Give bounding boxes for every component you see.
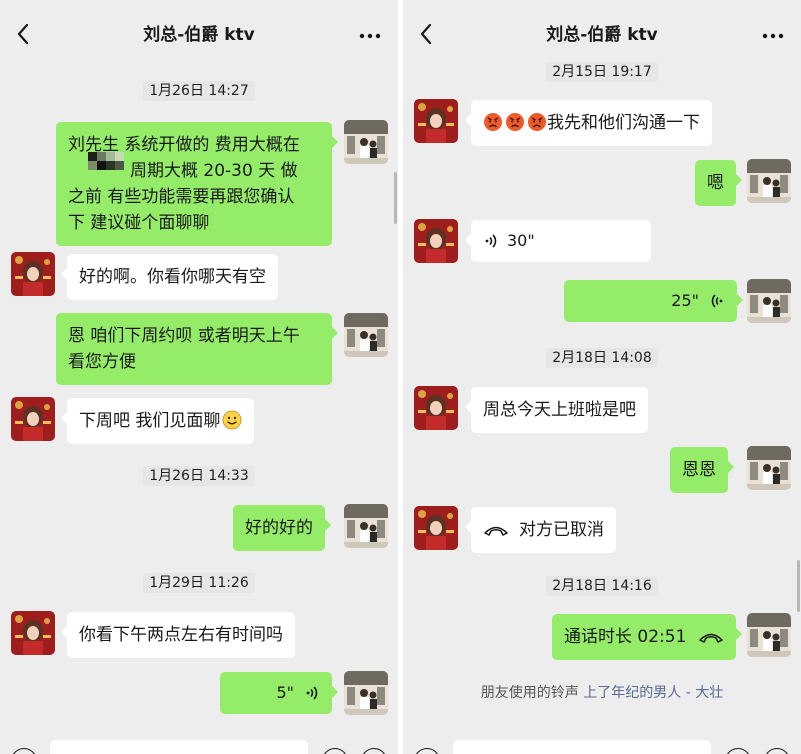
avatar-contact[interactable] bbox=[414, 506, 458, 550]
ringtone-link[interactable]: 上了年纪的男人 - 大壮 bbox=[583, 685, 723, 701]
scrollbar[interactable] bbox=[797, 560, 800, 612]
phone-hangup-icon bbox=[698, 630, 724, 644]
ringtone-label: 朋友使用的铃声 bbox=[480, 685, 579, 701]
voice-wave-icon bbox=[483, 233, 499, 249]
voice-toggle-button[interactable] bbox=[11, 748, 37, 754]
message-text: 你看下午两点左右有时间吗 bbox=[79, 625, 283, 645]
message-text: 恩恩 bbox=[682, 460, 716, 480]
message-line: 下 建议碰个面聊聊 bbox=[68, 213, 210, 233]
message-bubble-outgoing[interactable]: 刘先生 系统开做的 费用大概在 周期大概 20-30 天 做 之前 有些功能需要… bbox=[56, 122, 338, 246]
message-line: 看您方便 bbox=[68, 352, 136, 372]
chat-title: 刘总-伯爵 ktv bbox=[143, 25, 255, 45]
voice-duration: 5" bbox=[276, 683, 294, 702]
ringtone-notice: 朋友使用的铃声 上了年纪的男人 - 大壮 bbox=[403, 682, 801, 702]
avatar-self[interactable] bbox=[747, 159, 791, 203]
avatar-contact[interactable] bbox=[11, 397, 55, 441]
avatar-self[interactable] bbox=[747, 613, 791, 657]
input-bar bbox=[0, 740, 398, 754]
message-text: 我先和他们沟通一下 bbox=[547, 113, 700, 133]
avatar-contact[interactable] bbox=[414, 386, 458, 430]
message-bubble-incoming[interactable]: 周总今天上班啦是吧 bbox=[465, 387, 648, 433]
call-duration-text: 通话时长 02:51 bbox=[564, 627, 687, 647]
message-input[interactable] bbox=[50, 740, 308, 754]
message-bubble-outgoing[interactable]: 好的好的 bbox=[233, 505, 331, 551]
chat-header: 刘总-伯爵 ktv bbox=[403, 0, 801, 66]
avatar-self[interactable] bbox=[344, 313, 388, 357]
call-message-incoming[interactable]: 对方已取消 bbox=[465, 507, 616, 553]
voice-wave-icon bbox=[304, 685, 320, 701]
emoji-button[interactable] bbox=[725, 748, 751, 754]
avatar-self[interactable] bbox=[344, 120, 388, 164]
plus-button[interactable] bbox=[361, 748, 387, 754]
chat-panel-left: 刘总-伯爵 ktv 1月26日 14:27 刘先生 系统开做的 费用大概在 周期… bbox=[0, 0, 398, 754]
angry-emoji-icon bbox=[505, 112, 525, 132]
avatar-self[interactable] bbox=[747, 446, 791, 490]
avatar-self[interactable] bbox=[747, 279, 791, 323]
voice-message-outgoing[interactable]: 5" bbox=[220, 672, 338, 714]
message-bubble-incoming[interactable]: 我先和他们沟通一下 bbox=[465, 100, 712, 146]
message-text: 好的啊。你看你哪天有空 bbox=[79, 267, 266, 287]
message-bubble-incoming[interactable]: 下周吧 我们见面聊 bbox=[60, 398, 255, 444]
avatar-contact[interactable] bbox=[11, 611, 55, 655]
scrollbar[interactable] bbox=[394, 172, 397, 224]
avatar-contact[interactable] bbox=[414, 219, 458, 263]
more-dots-icon[interactable] bbox=[761, 24, 785, 46]
voice-duration: 30" bbox=[507, 231, 535, 250]
mosaic-redaction bbox=[88, 152, 132, 178]
timestamp: 1月29日 11:26 bbox=[0, 573, 398, 593]
voice-toggle-button[interactable] bbox=[414, 748, 440, 754]
input-bar bbox=[403, 740, 801, 754]
timestamp: 1月26日 14:33 bbox=[0, 466, 398, 486]
chat-header: 刘总-伯爵 ktv bbox=[0, 0, 398, 66]
message-bubble-incoming[interactable]: 你看下午两点左右有时间吗 bbox=[61, 612, 295, 658]
timestamp: 1月26日 14:27 bbox=[0, 81, 398, 101]
message-bubble-outgoing[interactable]: 嗯 bbox=[695, 160, 742, 206]
message-bubble-incoming[interactable]: 好的啊。你看你哪天有空 bbox=[61, 254, 278, 300]
message-text: 下周吧 我们见面聊 bbox=[79, 411, 221, 431]
message-text: 周总今天上班啦是吧 bbox=[483, 400, 636, 420]
more-dots-icon[interactable] bbox=[358, 24, 382, 46]
avatar-self[interactable] bbox=[344, 671, 388, 715]
angry-emoji-icon bbox=[483, 112, 503, 132]
message-line: 之前 有些功能需要再跟您确认 bbox=[68, 187, 295, 207]
phone-hangup-icon bbox=[483, 523, 509, 537]
call-status-text: 对方已取消 bbox=[519, 520, 604, 540]
message-bubble-outgoing[interactable]: 恩恩 bbox=[670, 447, 734, 493]
voice-wave-icon bbox=[709, 293, 725, 309]
chat-title: 刘总-伯爵 ktv bbox=[546, 25, 658, 45]
avatar-contact[interactable] bbox=[414, 99, 458, 143]
avatar-self[interactable] bbox=[344, 504, 388, 548]
timestamp: 2月18日 14:08 bbox=[403, 348, 801, 368]
call-message-outgoing[interactable]: 通话时长 02:51 bbox=[552, 614, 743, 660]
message-bubble-outgoing[interactable]: 恩 咱们下周约呗 或者明天上午 看您方便 bbox=[56, 313, 338, 385]
emoji-button[interactable] bbox=[322, 748, 348, 754]
voice-message-outgoing[interactable]: 25" bbox=[564, 280, 743, 322]
angry-emoji-icon bbox=[527, 112, 547, 132]
avatar-contact[interactable] bbox=[11, 252, 55, 296]
message-text: 好的好的 bbox=[245, 518, 313, 538]
smile-emoji-icon bbox=[222, 410, 242, 430]
voice-message-incoming[interactable]: 30" bbox=[465, 220, 651, 262]
voice-duration: 25" bbox=[671, 291, 699, 310]
chat-panel-right: 刘总-伯爵 ktv 2月15日 19:17 我先和他们沟通一下 嗯 30" 25… bbox=[403, 0, 801, 754]
timestamp: 2月15日 19:17 bbox=[403, 62, 801, 82]
message-text: 嗯 bbox=[707, 173, 724, 193]
message-line: 恩 咱们下周约呗 或者明天上午 bbox=[68, 326, 300, 346]
message-input[interactable] bbox=[453, 740, 711, 754]
plus-button[interactable] bbox=[764, 748, 790, 754]
timestamp: 2月18日 14:16 bbox=[403, 576, 801, 596]
